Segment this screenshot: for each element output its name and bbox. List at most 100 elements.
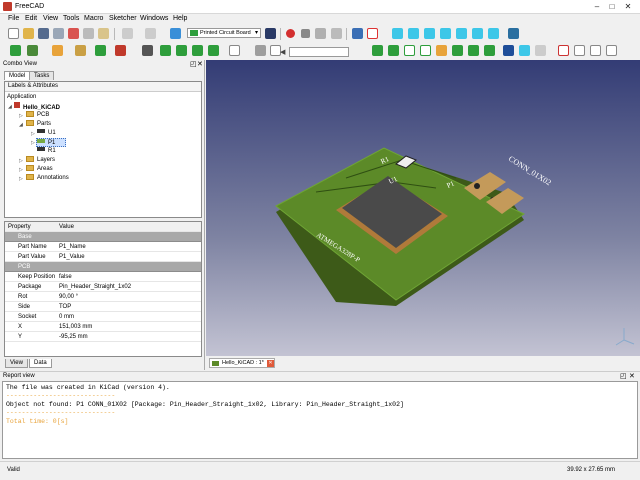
open-file-icon[interactable]: [23, 28, 34, 39]
fit-all-icon[interactable]: [352, 28, 363, 39]
pcb-export-2-icon[interactable]: [574, 45, 585, 56]
pcb-tool-8-icon[interactable]: [484, 45, 495, 56]
property-row[interactable]: Part Name P1_Name: [5, 242, 201, 252]
float-panel-icon[interactable]: ◰: [620, 372, 627, 380]
pcb-tool-11-icon[interactable]: [535, 45, 546, 56]
record-macro-icon[interactable]: [286, 29, 295, 38]
maximize-button[interactable]: □: [606, 2, 618, 11]
pcb-export-3-icon[interactable]: [590, 45, 601, 56]
collapsed-arrow-icon[interactable]: ▷: [19, 176, 23, 182]
collapsed-arrow-icon[interactable]: ▷: [31, 131, 35, 137]
tree-item-pcb[interactable]: PCB: [26, 111, 49, 120]
macros-icon[interactable]: [315, 28, 326, 39]
pcb-tool-7-icon[interactable]: [468, 45, 479, 56]
expand-arrow-icon[interactable]: ◢: [8, 104, 12, 110]
collapsed-arrow-icon[interactable]: ▷: [19, 167, 23, 173]
tree-item-parts[interactable]: Parts: [26, 120, 51, 129]
pcb-hole-icon[interactable]: [142, 45, 153, 56]
collapsed-arrow-icon[interactable]: ▷: [19, 113, 23, 119]
pcb-frame-icon[interactable]: [229, 45, 240, 56]
close-button[interactable]: ✕: [622, 2, 634, 11]
view-right-icon[interactable]: [440, 28, 451, 39]
new-file-icon[interactable]: [8, 28, 19, 39]
whats-this-icon[interactable]: [265, 28, 276, 39]
pcb-export-4-icon[interactable]: [606, 45, 617, 56]
pcb-parts-icon[interactable]: [75, 45, 86, 56]
view-front-icon[interactable]: [408, 28, 419, 39]
close-panel-icon[interactable]: ✕: [629, 372, 635, 380]
tree-item-application[interactable]: Application: [7, 93, 36, 102]
pcb-tool-6-icon[interactable]: [452, 45, 463, 56]
menu-help[interactable]: Help: [173, 15, 187, 22]
property-group-base[interactable]: Base: [5, 232, 201, 242]
cut-icon[interactable]: [68, 28, 79, 39]
redo-icon[interactable]: [145, 28, 156, 39]
close-tab-icon[interactable]: ✕: [267, 360, 274, 367]
pcb-tool-1-icon[interactable]: [372, 45, 383, 56]
tree-item-annotations[interactable]: Annotations: [26, 174, 69, 183]
tree-item-areas[interactable]: Areas: [26, 165, 53, 174]
menu-windows[interactable]: Windows: [140, 15, 168, 22]
tab-model[interactable]: Model: [4, 71, 31, 80]
pcb-layer-icon[interactable]: [95, 45, 106, 56]
view-left-icon[interactable]: [488, 28, 499, 39]
pcb-model-icon[interactable]: [208, 45, 219, 56]
document-tab[interactable]: Hello_KiCAD : 1* ✕: [209, 358, 275, 368]
property-row[interactable]: Keep Position false: [5, 272, 201, 282]
view-isometric-icon[interactable]: [392, 28, 403, 39]
pcb-export-icon[interactable]: [558, 45, 569, 56]
property-row[interactable]: Side TOP: [5, 302, 201, 312]
menu-edit[interactable]: Edit: [25, 15, 37, 22]
menu-tools[interactable]: Tools: [63, 15, 79, 22]
view-rear-icon[interactable]: [456, 28, 467, 39]
execute-macro-icon[interactable]: [331, 28, 342, 39]
tree-item-layers[interactable]: Layers: [26, 156, 55, 165]
pcb-tool-4-icon[interactable]: [420, 45, 431, 56]
pcb-zone-icon[interactable]: [192, 45, 203, 56]
expand-arrow-icon[interactable]: ◢: [19, 122, 23, 128]
tab-view[interactable]: View: [5, 359, 28, 368]
3d-viewport[interactable]: R1 U1 P1 CONN_01X02 ATMEGA328P-P: [206, 60, 640, 356]
draw-style-icon[interactable]: [367, 28, 378, 39]
pcb-area-icon[interactable]: [176, 45, 187, 56]
pcb-board-icon[interactable]: [160, 45, 171, 56]
property-row[interactable]: Rot 90,00 °: [5, 292, 201, 302]
property-row[interactable]: Y -95,25 mm: [5, 332, 201, 342]
view-top-icon[interactable]: [424, 28, 435, 39]
measure-icon[interactable]: [508, 28, 519, 39]
minimize-button[interactable]: –: [591, 2, 603, 11]
pcb-tool-10-icon[interactable]: [519, 45, 530, 56]
close-panel-icon[interactable]: ✕: [197, 60, 203, 68]
collapsed-arrow-icon[interactable]: ▷: [19, 158, 23, 164]
property-row[interactable]: Socket 0 mm: [5, 312, 201, 322]
paste-icon[interactable]: [98, 28, 109, 39]
command-input[interactable]: ◀: [280, 47, 349, 57]
pcb-tool-2-icon[interactable]: [388, 45, 399, 56]
pcb-path-icon[interactable]: [115, 45, 126, 56]
property-row[interactable]: X 151,003 mm: [5, 322, 201, 332]
save-as-icon[interactable]: [53, 28, 64, 39]
tree-item-r1[interactable]: R1: [37, 147, 56, 156]
menu-file[interactable]: File: [8, 15, 19, 22]
pcb-tool-9-icon[interactable]: [503, 45, 514, 56]
tree-item-u1[interactable]: U1: [37, 129, 56, 138]
refresh-icon[interactable]: [170, 28, 181, 39]
menu-sketcher[interactable]: Sketcher: [109, 15, 137, 22]
tab-data[interactable]: Data: [29, 359, 52, 368]
pcb-tool-5-icon[interactable]: [436, 45, 447, 56]
pcb-new-icon[interactable]: [10, 45, 21, 56]
tree-item-p1[interactable]: P1: [36, 138, 67, 147]
save-icon[interactable]: [38, 28, 49, 39]
undo-icon[interactable]: [122, 28, 133, 39]
pcb-grid-icon[interactable]: [27, 45, 38, 56]
property-group-pcb[interactable]: PCB: [5, 262, 201, 272]
pcb-import-icon[interactable]: [52, 45, 63, 56]
stop-macro-icon[interactable]: [301, 29, 310, 38]
property-row[interactable]: Part Value P1_Value: [5, 252, 201, 262]
workbench-selector[interactable]: Printed Circuit Board ▾: [187, 28, 261, 38]
menu-view[interactable]: View: [43, 15, 58, 22]
float-panel-icon[interactable]: ◰: [190, 60, 197, 68]
report-view-output[interactable]: The file was created in KiCad (version 4…: [2, 381, 638, 459]
pcb-settings-icon[interactable]: [255, 45, 266, 56]
collapsed-arrow-icon[interactable]: ▷: [31, 140, 35, 146]
